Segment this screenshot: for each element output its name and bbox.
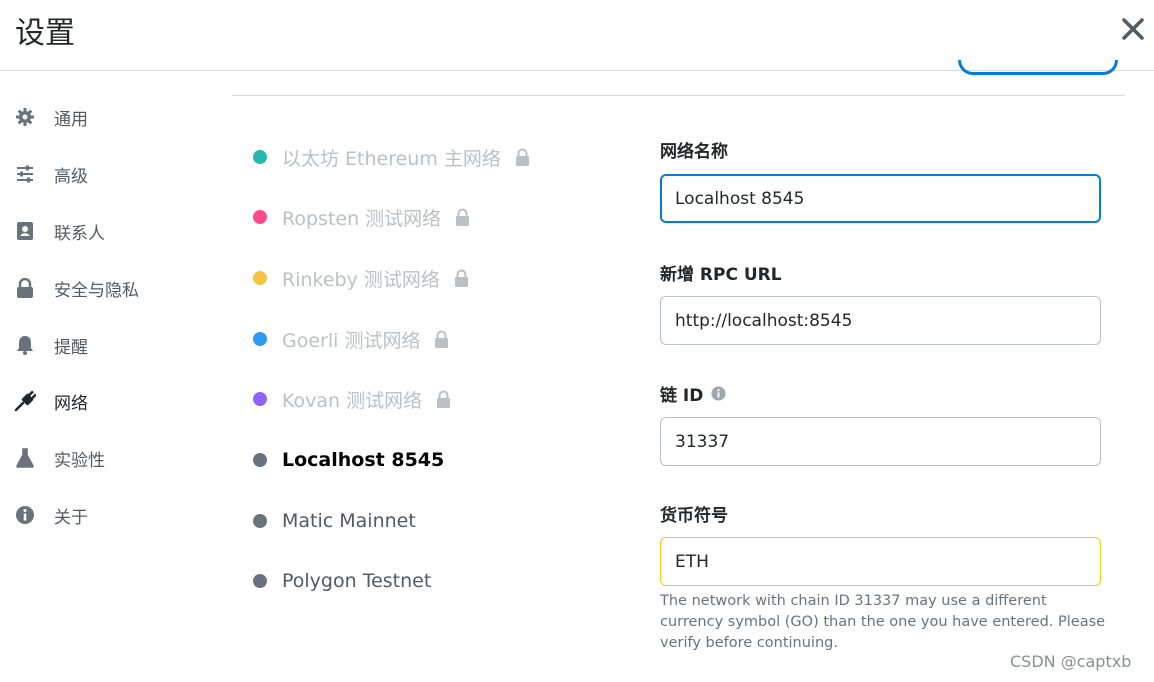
sidebar-item-label: 网络 xyxy=(54,393,88,414)
chain-id-input[interactable] xyxy=(660,417,1101,466)
lock-icon xyxy=(436,390,451,408)
network-item-mainnet[interactable]: 以太坊 Ethereum 主网络 xyxy=(253,141,530,173)
network-item-matic-mainnet[interactable]: Matic Mainnet xyxy=(253,505,416,537)
currency-symbol-input[interactable] xyxy=(660,537,1101,586)
add-network-button[interactable] xyxy=(958,60,1118,75)
lock-icon xyxy=(515,148,530,166)
bell-icon xyxy=(14,334,36,356)
gear-icon xyxy=(14,106,36,128)
network-label: Matic Mainnet xyxy=(282,510,416,532)
network-label: Rinkeby 测试网络 xyxy=(282,268,440,291)
network-color-dot xyxy=(253,210,267,224)
network-color-dot xyxy=(253,392,267,406)
network-item-goerli[interactable]: Goerli 测试网络 xyxy=(253,323,449,355)
sidebar-item-label: 通用 xyxy=(54,109,88,130)
lock-icon xyxy=(454,269,469,287)
info-icon xyxy=(14,504,36,526)
sidebar-item-networks[interactable]: 网络 xyxy=(14,381,204,421)
flask-icon xyxy=(14,447,36,469)
chain-id-label: 链 ID xyxy=(660,386,704,406)
network-item-polygon-testnet[interactable]: Polygon Testnet xyxy=(253,565,431,597)
network-color-dot xyxy=(253,453,267,467)
network-label: Goerli 测试网络 xyxy=(282,329,421,352)
network-color-dot xyxy=(253,574,267,588)
rpc-url-input[interactable] xyxy=(660,296,1101,345)
sidebar-item-advanced[interactable]: 高级 xyxy=(14,154,204,194)
info-icon[interactable] xyxy=(711,386,726,401)
page-title: 设置 xyxy=(15,16,75,51)
network-item-ropsten[interactable]: Ropsten 测试网络 xyxy=(253,201,470,233)
sidebar-item-experimental[interactable]: 实验性 xyxy=(14,438,204,478)
chain-id-label-row: 链 ID xyxy=(660,381,726,406)
sidebar-item-contacts[interactable]: 联系人 xyxy=(14,211,204,251)
sidebar-item-alerts[interactable]: 提醒 xyxy=(14,325,204,365)
sidebar-item-label: 实验性 xyxy=(54,450,105,471)
watermark: CSDN @captxb xyxy=(1010,652,1132,671)
rpc-url-label: 新增 RPC URL xyxy=(660,265,782,285)
divider xyxy=(232,95,1125,96)
network-label: Kovan 测试网络 xyxy=(282,389,423,412)
close-icon xyxy=(1122,18,1144,40)
sidebar-item-label: 安全与隐私 xyxy=(54,280,139,301)
lock-icon xyxy=(455,208,470,226)
network-color-dot xyxy=(253,514,267,528)
contact-book-icon xyxy=(14,220,36,242)
plug-icon xyxy=(14,390,36,412)
sidebar-item-about[interactable]: 关于 xyxy=(14,495,204,535)
network-color-dot xyxy=(253,150,267,164)
sidebar-item-label: 关于 xyxy=(54,507,88,528)
network-name-input[interactable] xyxy=(660,174,1101,223)
network-name-label: 网络名称 xyxy=(660,142,728,162)
close-button[interactable] xyxy=(1118,14,1148,44)
network-item-kovan[interactable]: Kovan 测试网络 xyxy=(253,383,451,415)
network-label: Ropsten 测试网络 xyxy=(282,207,442,230)
currency-warning-text: The network with chain ID 31337 may use … xyxy=(660,593,1106,651)
sidebar-item-general[interactable]: 通用 xyxy=(14,97,204,137)
network-item-localhost[interactable]: Localhost 8545 xyxy=(253,444,444,476)
network-color-dot xyxy=(253,271,267,285)
sidebar-item-security[interactable]: 安全与隐私 xyxy=(14,268,204,308)
sliders-icon xyxy=(14,163,36,185)
network-item-rinkeby[interactable]: Rinkeby 测试网络 xyxy=(253,262,469,294)
lock-icon xyxy=(434,330,449,348)
currency-symbol-label: 货币符号 xyxy=(660,506,728,526)
network-label: 以太坊 Ethereum 主网络 xyxy=(282,147,501,170)
network-label: Polygon Testnet xyxy=(282,570,432,592)
network-label: Localhost 8545 xyxy=(282,449,445,471)
sidebar-item-label: 高级 xyxy=(54,166,88,187)
sidebar-item-label: 提醒 xyxy=(54,337,88,358)
sidebar-item-label: 联系人 xyxy=(54,223,105,244)
lock-icon xyxy=(14,277,36,299)
network-color-dot xyxy=(253,332,267,346)
